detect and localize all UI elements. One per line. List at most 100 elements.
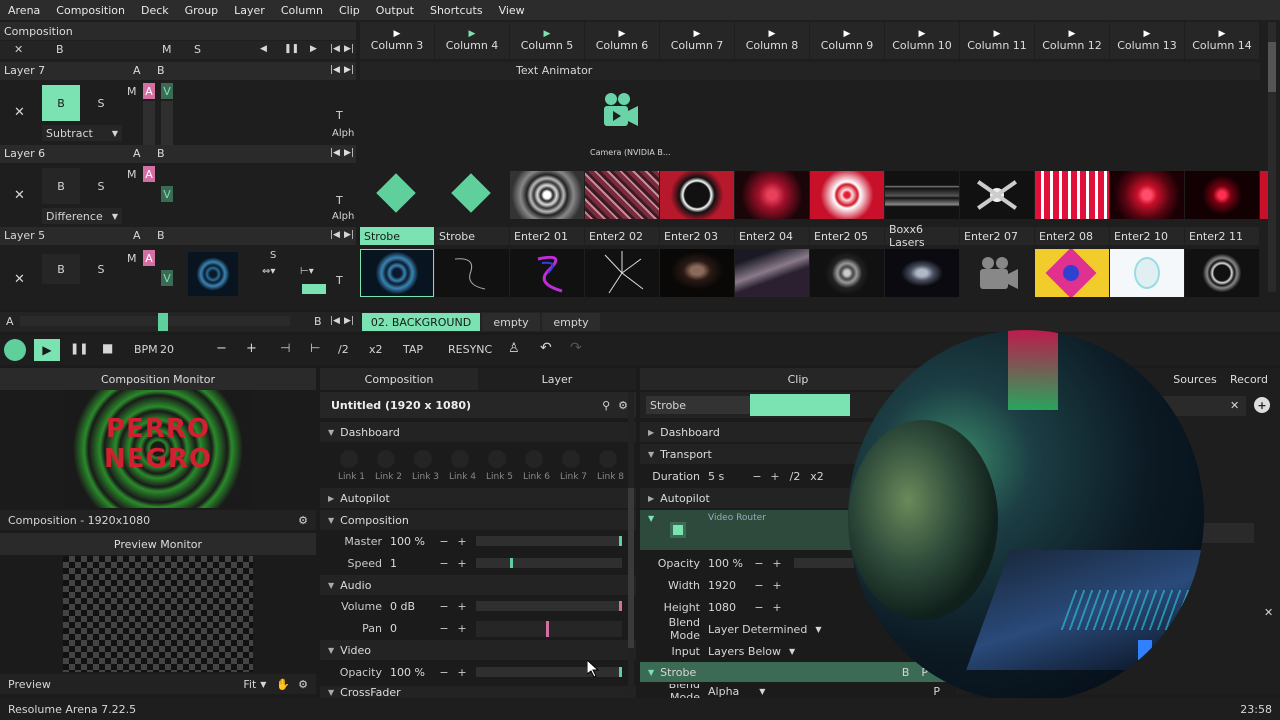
menu-layer[interactable]: Layer — [226, 4, 273, 17]
clip-thumb-strobe-2[interactable] — [435, 171, 509, 219]
clip-thumb-enter2-05[interactable] — [810, 171, 884, 219]
layer-7-a-button[interactable]: A — [133, 64, 141, 77]
layer-7-alpha-button[interactable]: Alph — [332, 128, 354, 139]
bpm-plus-button[interactable]: + — [246, 341, 257, 356]
undo-icon[interactable]: ↶ — [540, 340, 552, 356]
menu-clip[interactable]: Clip — [331, 4, 368, 17]
clip-thumb-enter2-07[interactable] — [960, 171, 1034, 219]
param-value[interactable]: 100 % — [390, 535, 435, 548]
skip-forward-icon[interactable]: ▶| — [344, 44, 354, 54]
minus-button[interactable]: − — [435, 535, 453, 548]
minus-button[interactable]: − — [750, 579, 768, 592]
crossfader-track[interactable] — [20, 316, 290, 326]
comp-b-button[interactable]: B — [56, 43, 64, 56]
link-knob[interactable] — [525, 450, 543, 468]
menu-arena[interactable]: Arena — [0, 4, 48, 17]
param-value[interactable]: 100 % — [708, 557, 750, 570]
clip-label-enter2-03[interactable]: Enter2 03 — [660, 227, 734, 245]
blend-mode-select[interactable]: Layer Determined — [708, 623, 807, 636]
comp-m-button[interactable]: M — [162, 43, 172, 56]
section-autopilot[interactable]: ▶ Autopilot — [320, 488, 636, 508]
nudge-back-icon[interactable]: ⊣ — [280, 341, 290, 355]
clip-camera-label[interactable]: Camera (NVIDIA B... — [590, 148, 671, 157]
deck-tab-empty-1[interactable]: empty — [482, 313, 540, 331]
link-knob[interactable] — [414, 450, 432, 468]
clip-thumb-enter2-04[interactable] — [735, 171, 809, 219]
gear-icon[interactable]: ⚙ — [298, 678, 316, 691]
layer-6-bypass-button[interactable]: B — [42, 168, 80, 204]
section-video[interactable]: ▼ Video — [320, 640, 636, 660]
clip-thumb-boxx6-lasers[interactable] — [885, 171, 959, 219]
clip-thumb-l5-5[interactable] — [660, 249, 734, 297]
layer-7-m-button[interactable]: M — [127, 85, 137, 98]
clip-label-boxx6-lasers[interactable]: Boxx6 Lasers — [885, 223, 959, 249]
tab-layer[interactable]: Layer — [478, 368, 636, 390]
clip-label-strobe-2[interactable]: Strobe — [435, 227, 509, 245]
column-header-13[interactable]: ▶ Column 13 — [1110, 22, 1184, 59]
clip-grid-scrollbar[interactable] — [1268, 22, 1276, 292]
layer-6-alpha-button[interactable]: Alph — [332, 211, 354, 222]
pause-icon[interactable]: ❚❚ — [284, 44, 299, 54]
comp-s-button[interactable]: S — [194, 43, 201, 56]
stop-icon[interactable]: ■ — [102, 341, 113, 355]
link-knob[interactable] — [488, 450, 506, 468]
layer-6-blend-select[interactable]: Difference ▼ — [42, 208, 122, 224]
search-icon[interactable]: ⚲ — [602, 399, 610, 412]
clip-thumb-enter2-03[interactable] — [660, 171, 734, 219]
param-value[interactable]: 0 dB — [390, 600, 435, 613]
menu-group[interactable]: Group — [177, 4, 227, 17]
link-knob[interactable] — [562, 450, 580, 468]
minus-button[interactable]: − — [435, 557, 453, 570]
clip-thumb-l5-camera[interactable] — [960, 249, 1034, 297]
param-value[interactable]: 0 — [390, 622, 435, 635]
layer-7-solo-button[interactable]: S — [88, 85, 114, 121]
skip-forward-icon[interactable]: ▶| — [344, 148, 354, 158]
clip-label-enter2-04[interactable]: Enter2 04 — [735, 227, 809, 245]
layer-7-audio-button[interactable]: A — [143, 83, 155, 99]
clip-thumb-l5-10[interactable] — [1035, 249, 1109, 297]
layer-5-clear-icon[interactable]: ✕ — [14, 272, 25, 287]
crossfader-handle[interactable] — [158, 313, 168, 331]
chevron-down-icon[interactable]: ▼ — [759, 687, 765, 696]
redo-icon[interactable]: ↷ — [570, 340, 582, 356]
next-column-icon[interactable]: ▶ — [310, 44, 317, 54]
input-select[interactable]: Layers Below — [708, 645, 781, 658]
section-composition[interactable]: ▼ Composition — [320, 510, 636, 530]
opacity-slider[interactable] — [476, 667, 622, 677]
layer-7-transition-button[interactable]: T — [336, 109, 343, 122]
clip-label-enter2-11[interactable]: Enter2 11 — [1185, 227, 1259, 245]
minus-button[interactable]: − — [435, 622, 453, 635]
layer-7-video-fader[interactable] — [161, 101, 173, 145]
column-header-4[interactable]: ▶ Column 4 — [435, 22, 509, 59]
close-icon[interactable]: ✕ — [1230, 399, 1239, 412]
bpm-half-button[interactable]: /2 — [338, 343, 349, 356]
param-value[interactable]: 1080 — [708, 601, 750, 614]
layer-6-video-button[interactable]: V — [161, 186, 173, 202]
plus-button[interactable]: + — [768, 601, 786, 614]
tab-sources[interactable]: Sources — [1170, 368, 1220, 390]
column-header-6[interactable]: ▶ Column 6 — [585, 22, 659, 59]
opacity-slider[interactable] — [794, 558, 854, 568]
column-header-3[interactable]: ▶ Column 3 — [360, 22, 434, 59]
plus-button[interactable]: + — [453, 600, 471, 613]
layer-6-solo-button[interactable]: S — [88, 168, 114, 204]
minus-button[interactable]: − — [435, 600, 453, 613]
layer-7-b-button[interactable]: B — [157, 64, 165, 77]
clip-label-enter2-07[interactable]: Enter2 07 — [960, 227, 1034, 245]
plus-button[interactable]: + — [453, 622, 471, 635]
column-header-14[interactable]: ▶ Column 14 — [1185, 22, 1259, 59]
blend-mode-select[interactable]: Alpha — [708, 685, 739, 698]
skip-back-icon[interactable]: |◀ — [330, 316, 340, 326]
clip-section-strobe[interactable]: ▼ Strobe B P — [640, 662, 948, 682]
clip-thumb-l5-7[interactable] — [810, 249, 884, 297]
section-audio[interactable]: ▼ Audio — [320, 575, 636, 595]
gear-icon[interactable]: ⚙ — [298, 514, 316, 527]
column-header-9[interactable]: ▶ Column 9 — [810, 22, 884, 59]
section-crossfader[interactable]: ▼ CrossFader — [320, 686, 636, 698]
tab-record[interactable]: Record — [1222, 368, 1276, 390]
blend-preset-button[interactable]: P — [933, 685, 940, 698]
layer-7-bypass-button[interactable]: B — [42, 85, 80, 121]
plus-button[interactable]: + — [768, 557, 786, 570]
deck-tab-active[interactable]: 02. BACKGROUND — [362, 313, 480, 331]
clip-thumb-strobe-1[interactable] — [360, 171, 434, 219]
